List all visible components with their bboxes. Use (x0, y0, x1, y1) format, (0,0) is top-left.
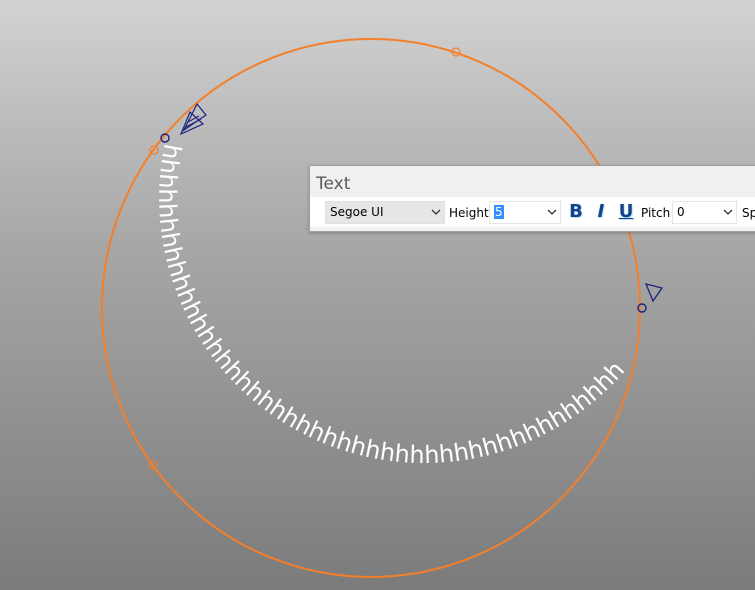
height-label: Height (449, 206, 489, 220)
drawing-canvas[interactable]: hhhhhhhhhhhhhhhhhhhhhhhhhhhhhhhhhhhhhhhh… (0, 0, 755, 590)
arc-text-content: hhhhhhhhhhhhhhhhhhhhhhhhhhhhhhhhhhhhhhhh… (0, 0, 630, 469)
pitch-value: 0 (677, 205, 685, 219)
chevron-down-icon (547, 209, 557, 215)
arc-text[interactable]: hhhhhhhhhhhhhhhhhhhhhhhhhhhhhhhhhhhhhhhh… (0, 0, 630, 469)
height-value: 5 (494, 205, 504, 219)
font-value: Segoe UI (330, 205, 384, 219)
text-end-arrow-icon[interactable] (644, 283, 664, 303)
text-start-arrow-icon[interactable] (179, 102, 207, 136)
pitch-input[interactable]: 0 (672, 201, 737, 224)
spacing-label: Sp (742, 206, 755, 220)
height-input[interactable]: 5 (489, 201, 561, 224)
panel-title: Text (316, 174, 351, 194)
italic-button[interactable]: I (591, 201, 611, 223)
underline-button[interactable]: U (616, 201, 636, 223)
font-select[interactable]: Segoe UI (325, 201, 445, 224)
chevron-down-icon (723, 209, 733, 215)
pitch-label: Pitch (641, 206, 671, 220)
text-toolbar-panel: Text Segoe UI Height 5 B I U Pitch 0 Sp (309, 165, 755, 232)
chevron-down-icon (431, 209, 441, 215)
svg-text:hhhhhhhhhhhhhhhhhhhhhhhhhhhhhh: hhhhhhhhhhhhhhhhhhhhhhhhhhhhhhhhhhhhhhhh… (0, 0, 630, 469)
text-format-toolbar: Segoe UI Height 5 B I U Pitch 0 Sp (310, 197, 755, 227)
bold-button[interactable]: B (566, 201, 586, 223)
